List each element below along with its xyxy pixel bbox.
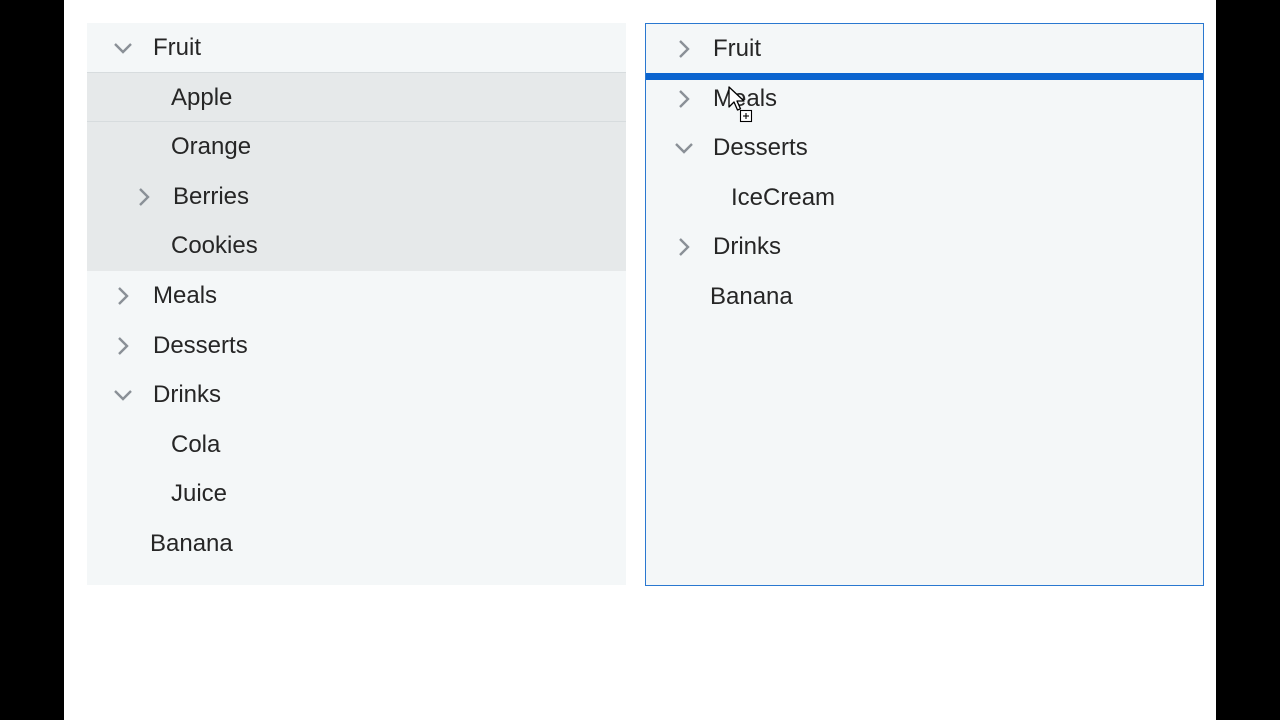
tree-node-desserts[interactable]: Desserts xyxy=(646,123,1203,173)
chevron-right-icon[interactable] xyxy=(113,336,133,356)
tree-node-label: Drinks xyxy=(713,233,782,261)
chevron-right-icon[interactable] xyxy=(674,89,694,109)
tree-node-fruit[interactable]: Fruit xyxy=(87,23,626,73)
tree-node-label: Cookies xyxy=(171,232,258,260)
tree-node-label: Fruit xyxy=(713,35,761,62)
tree-node-label: Desserts xyxy=(713,134,808,162)
tree-node-label: Fruit xyxy=(153,34,201,61)
tree-node-meals[interactable]: Meals xyxy=(646,74,1203,124)
tree-node-cola[interactable]: Cola xyxy=(87,420,626,470)
tree-node-label: Juice xyxy=(171,480,228,508)
tree-node-berries[interactable]: Berries xyxy=(87,171,626,222)
right-tree[interactable]: Fruit Meals Desserts IceCream Drinks Ban… xyxy=(645,23,1204,586)
chevron-down-icon[interactable] xyxy=(113,385,133,405)
left-tree[interactable]: Fruit Apple Orange Berries Cookies Meals xyxy=(87,23,626,585)
tree-node-label: Apple xyxy=(171,83,233,111)
tree-node-label: Cola xyxy=(171,430,221,458)
tree-node-icecream[interactable]: IceCream xyxy=(646,173,1203,223)
tree-node-juice[interactable]: Juice xyxy=(87,469,626,519)
tree-node-desserts[interactable]: Desserts xyxy=(87,321,626,371)
tree-node-label: Meals xyxy=(153,281,218,309)
tree-node-label: Desserts xyxy=(153,331,248,359)
drop-indicator xyxy=(646,73,1203,80)
tree-node-drinks[interactable]: Drinks xyxy=(87,370,626,420)
tree-node-label: Orange xyxy=(171,133,252,161)
chevron-right-icon[interactable] xyxy=(674,39,694,59)
tree-node-label: Banana xyxy=(710,282,793,310)
tree-node-label: Berries xyxy=(173,182,250,210)
tree-node-banana[interactable]: Banana xyxy=(646,272,1203,322)
tree-node-label: IceCream xyxy=(731,183,836,211)
tree-node-label: Banana xyxy=(150,529,233,557)
tree-node-meals[interactable]: Meals xyxy=(87,271,626,321)
tree-node-banana[interactable]: Banana xyxy=(87,519,626,569)
tree-node-apple[interactable]: Apple xyxy=(87,72,626,123)
chevron-right-icon[interactable] xyxy=(134,187,154,207)
chevron-down-icon[interactable] xyxy=(113,38,133,58)
chevron-right-icon[interactable] xyxy=(113,286,133,306)
app-stage: Fruit Apple Orange Berries Cookies Meals xyxy=(64,0,1216,720)
tree-node-label: Drinks xyxy=(153,381,222,409)
tree-node-orange[interactable]: Orange xyxy=(87,122,626,172)
chevron-right-icon[interactable] xyxy=(674,237,694,257)
tree-node-label: Meals xyxy=(713,84,778,112)
tree-node-drinks[interactable]: Drinks xyxy=(646,222,1203,272)
tree-node-fruit[interactable]: Fruit xyxy=(646,24,1203,74)
tree-node-cookies[interactable]: Cookies xyxy=(87,221,626,271)
chevron-down-icon[interactable] xyxy=(674,138,694,158)
